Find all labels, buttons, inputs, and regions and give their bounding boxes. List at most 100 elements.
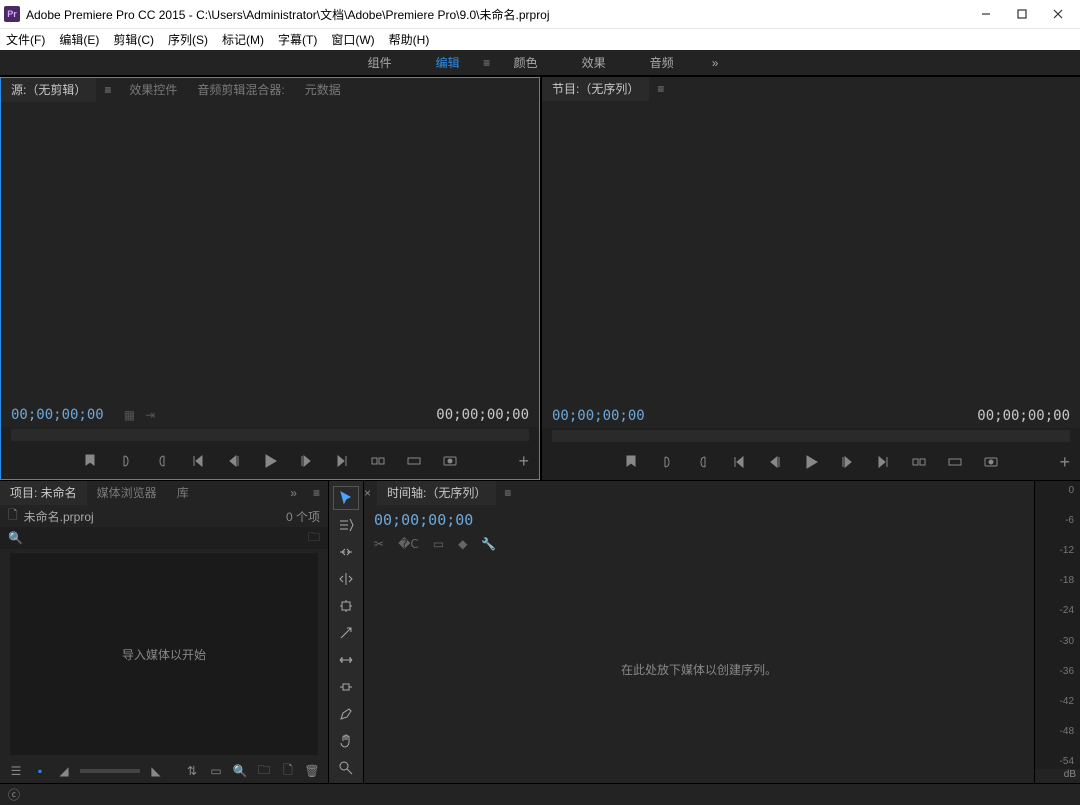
- source-ruler[interactable]: [11, 429, 529, 441]
- overwrite-button[interactable]: [405, 452, 423, 470]
- automate-button[interactable]: ▭: [208, 763, 224, 779]
- p-add-transport-button[interactable]: +: [1059, 452, 1070, 473]
- p-lift-button[interactable]: [910, 453, 928, 471]
- timeline-close-button[interactable]: ×: [364, 486, 371, 500]
- menu-window[interactable]: 窗口(W): [331, 31, 374, 48]
- hand-tool[interactable]: [334, 730, 358, 752]
- goto-out-button[interactable]: [333, 452, 351, 470]
- list-view-button[interactable]: ☰: [8, 763, 24, 779]
- workspace-assembly[interactable]: 组件: [346, 54, 414, 71]
- play-button[interactable]: [261, 452, 279, 470]
- p-extract-button[interactable]: [946, 453, 964, 471]
- timeline-settings-button[interactable]: 🔧: [481, 537, 496, 551]
- search-bin-icon[interactable]: 🗀: [308, 528, 320, 549]
- menu-title[interactable]: 字幕(T): [278, 31, 317, 48]
- step-back-button[interactable]: [225, 452, 243, 470]
- program-timecode-current[interactable]: 00;00;00;00: [552, 408, 645, 424]
- timeline-dropzone[interactable]: 在此处放下媒体以创建序列。: [364, 555, 1034, 783]
- new-item-button[interactable]: 🗋: [280, 763, 296, 779]
- maximize-button[interactable]: [1004, 0, 1040, 28]
- workspace-divider-icon: ≡: [482, 56, 492, 70]
- creative-cloud-icon[interactable]: ⓒ: [8, 786, 20, 803]
- p-mark-out-button[interactable]: [694, 453, 712, 471]
- p-goto-out-button[interactable]: [874, 453, 892, 471]
- menu-marker[interactable]: 标记(M): [222, 31, 264, 48]
- timeline-panel-menu[interactable]: ≡: [496, 486, 519, 500]
- p-play-button[interactable]: [802, 453, 820, 471]
- sort-button[interactable]: ⇅: [184, 763, 200, 779]
- menu-sequence[interactable]: 序列(S): [168, 31, 208, 48]
- project-tabs-overflow[interactable]: »: [282, 486, 305, 500]
- workspace-editing[interactable]: 编辑: [414, 54, 482, 71]
- tab-metadata[interactable]: 元数据: [295, 78, 351, 102]
- tab-project[interactable]: 项目: 未命名: [0, 481, 87, 505]
- menu-clip[interactable]: 剪辑(C): [113, 31, 154, 48]
- zoom-slider-icon[interactable]: ◢: [56, 763, 72, 779]
- menu-help[interactable]: 帮助(H): [389, 31, 430, 48]
- program-ruler[interactable]: [552, 430, 1070, 442]
- mark-out-button[interactable]: [153, 452, 171, 470]
- menu-file[interactable]: 文件(F): [6, 31, 45, 48]
- p-mark-in-button[interactable]: [658, 453, 676, 471]
- ripple-edit-tool[interactable]: [334, 541, 358, 563]
- zoom-slider[interactable]: [80, 769, 140, 773]
- project-search-input[interactable]: [33, 531, 298, 545]
- add-marker-timeline-button[interactable]: ▭: [433, 537, 444, 551]
- fit-icon[interactable]: ▦: [124, 408, 135, 422]
- tab-libraries[interactable]: 库: [167, 481, 199, 505]
- project-filename: 未命名.prproj: [24, 508, 94, 525]
- p-goto-in-button[interactable]: [730, 453, 748, 471]
- step-forward-button[interactable]: [297, 452, 315, 470]
- add-marker-button[interactable]: [81, 452, 99, 470]
- workspace-effects[interactable]: 效果: [560, 54, 628, 71]
- minimize-button[interactable]: [968, 0, 1004, 28]
- scroll-icon[interactable]: ⇥: [145, 408, 155, 422]
- tab-media-browser[interactable]: 媒体浏览器: [87, 481, 167, 505]
- new-bin-button[interactable]: 🗀: [256, 763, 272, 779]
- razor-tool[interactable]: [334, 622, 358, 644]
- delete-button[interactable]: 🗑: [304, 763, 320, 779]
- source-panel-menu[interactable]: ≡: [96, 83, 119, 97]
- menu-edit[interactable]: 编辑(E): [59, 31, 99, 48]
- zoom-tool[interactable]: [334, 757, 358, 779]
- linked-selection-button[interactable]: �Ⅽ: [398, 537, 419, 551]
- program-timecode-duration: 00;00;00;00: [977, 408, 1070, 424]
- find-button[interactable]: 🔍: [232, 763, 248, 779]
- tools-panel: [328, 480, 364, 783]
- goto-in-button[interactable]: [189, 452, 207, 470]
- workspace-audio[interactable]: 音频: [628, 54, 696, 71]
- snap-button[interactable]: ✂: [374, 537, 384, 551]
- slip-tool[interactable]: [334, 649, 358, 671]
- p-step-back-button[interactable]: [766, 453, 784, 471]
- project-dropzone[interactable]: 导入媒体以开始: [10, 553, 318, 755]
- program-panel-menu[interactable]: ≡: [649, 82, 672, 96]
- rolling-edit-tool[interactable]: [334, 568, 358, 590]
- tab-program[interactable]: 节目:（无序列）: [542, 77, 649, 101]
- tab-effect-controls[interactable]: 效果控件: [119, 78, 187, 102]
- workspace-color[interactable]: 颜色: [492, 54, 560, 71]
- search-icon: 🔍: [8, 531, 23, 545]
- export-frame-button[interactable]: [441, 452, 459, 470]
- pen-tool[interactable]: [334, 703, 358, 725]
- selection-tool[interactable]: [334, 487, 358, 509]
- add-transport-button[interactable]: +: [518, 451, 529, 472]
- slide-tool[interactable]: [334, 676, 358, 698]
- tab-timeline[interactable]: 时间轴:（无序列）: [377, 481, 496, 505]
- icon-view-button[interactable]: ▪: [32, 763, 48, 779]
- rate-stretch-tool[interactable]: [334, 595, 358, 617]
- mark-in-button[interactable]: [117, 452, 135, 470]
- insert-button[interactable]: [369, 452, 387, 470]
- source-timecode-current[interactable]: 00;00;00;00: [11, 407, 104, 423]
- tab-audio-clip-mixer[interactable]: 音频剪辑混合器:: [187, 78, 294, 102]
- p-export-frame-button[interactable]: [982, 453, 1000, 471]
- p-add-marker-button[interactable]: [622, 453, 640, 471]
- project-panel-menu[interactable]: ≡: [305, 486, 328, 500]
- workspace-overflow-button[interactable]: »: [696, 56, 735, 70]
- p-step-forward-button[interactable]: [838, 453, 856, 471]
- tab-source[interactable]: 源:（无剪辑）: [1, 78, 96, 102]
- close-button[interactable]: [1040, 0, 1076, 28]
- timeline-timecode[interactable]: 00;00;00;00: [374, 511, 1024, 529]
- project-panel: 项目: 未命名 媒体浏览器 库 » ≡ 🗋 未命名.prproj 0 个项 🔍 …: [0, 480, 328, 783]
- timeline-marker-icon[interactable]: ◆: [458, 537, 467, 551]
- track-select-tool[interactable]: [334, 514, 358, 536]
